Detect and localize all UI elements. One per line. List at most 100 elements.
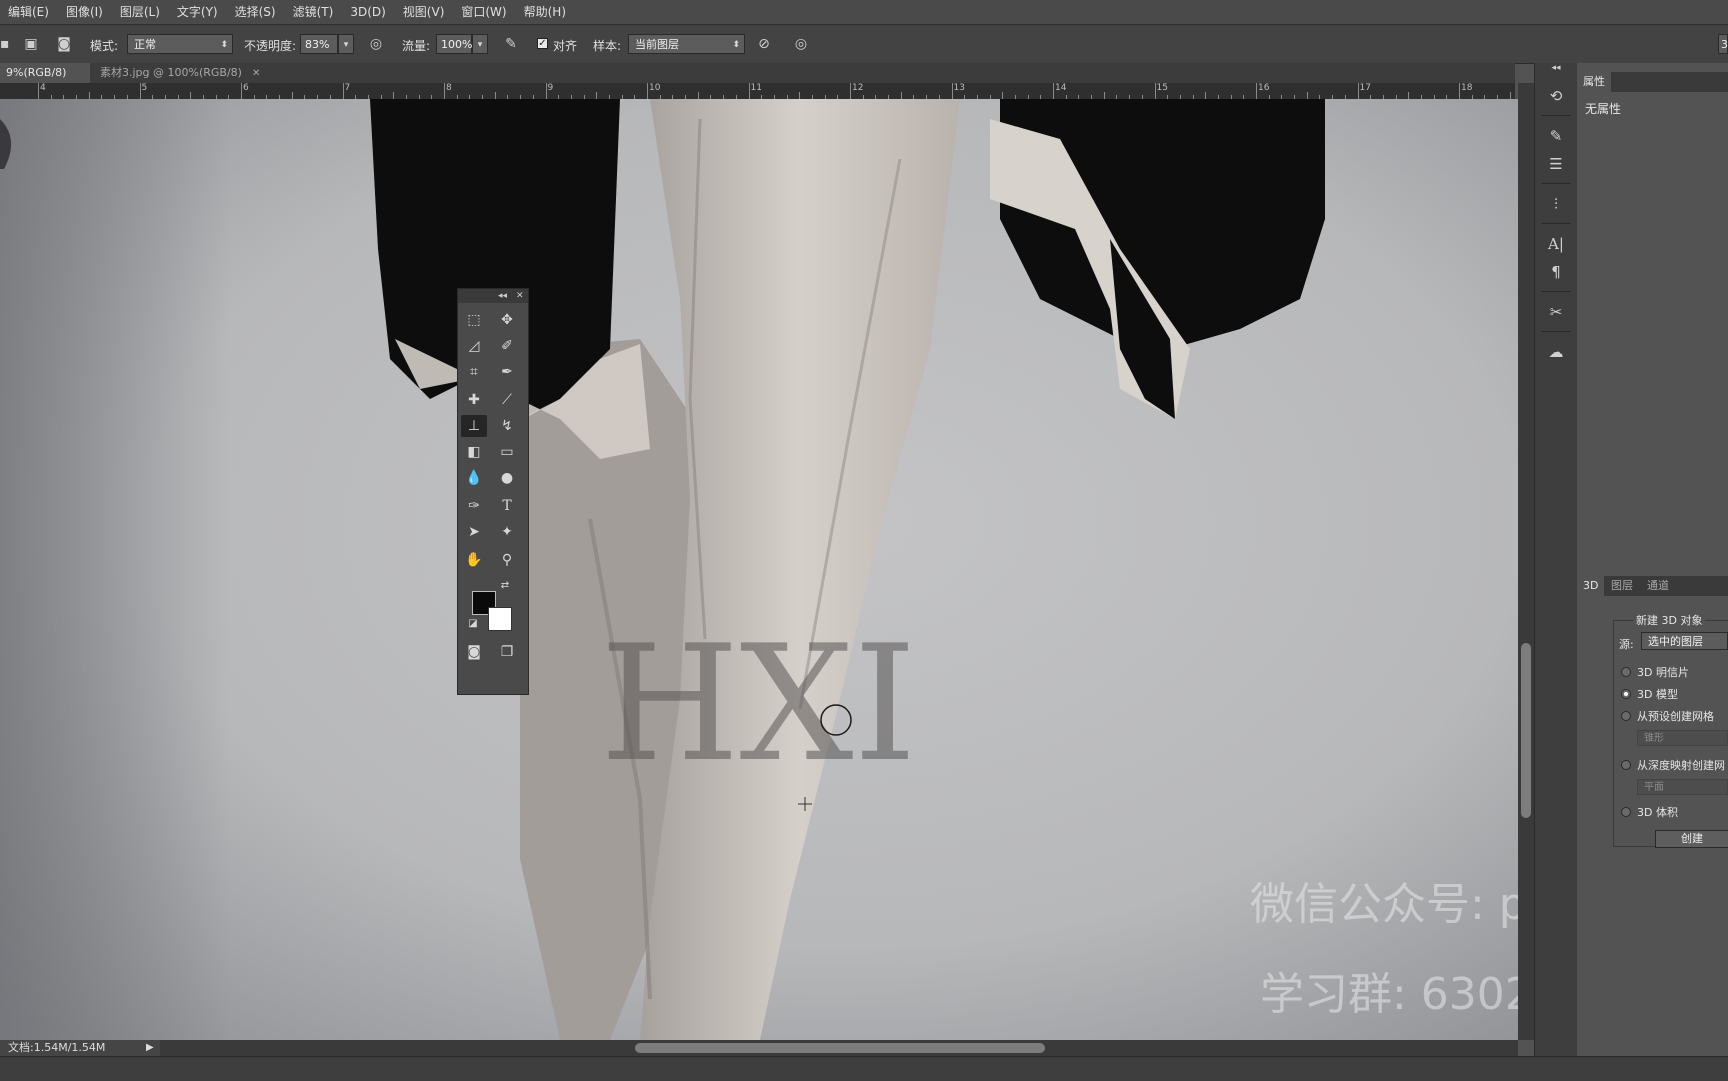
dodge-tool-icon[interactable]: ● [494,467,520,489]
crop-tool-icon[interactable]: ⌗ [461,361,487,383]
workspace-switcher[interactable]: 3 [1718,34,1728,54]
tools-panel-header[interactable]: ◂◂ ✕ [458,289,528,303]
depth-map-select[interactable]: 平面 [1637,779,1728,795]
opacity-input[interactable]: 83% [300,34,338,54]
radio-3d-postcard[interactable] [1621,667,1631,677]
ignore-adjustment-icon[interactable]: ⊘ [755,35,773,53]
path-selection-tool-icon[interactable]: ➤ [461,521,487,543]
close-tab-icon[interactable]: ✕ [252,68,260,79]
menu-edit[interactable]: 编辑(E) [0,0,58,24]
pen-tool-icon[interactable]: ✑ [461,495,487,517]
pressure-opacity-icon[interactable]: ◎ [367,35,385,53]
tool-presets-panel-icon[interactable]: ✂ [1545,301,1567,323]
document-tab-bar: 9%(RGB/8) *✕ 素材3.jpg @ 100%(RGB/8)✕ [0,63,1515,99]
label-3d-postcard: 3D 明信片 [1637,666,1689,679]
opacity-label: 不透明度: [244,39,297,53]
menu-type[interactable]: 文字(Y) [169,0,227,24]
document-canvas[interactable]: HXI 微信公众号: ps-ae-pr 学习群: 630299720 [0,99,1518,1040]
align-checkbox[interactable]: ✓ [537,38,548,49]
menu-bar: 编辑(E) 图像(I) 图层(L) 文字(Y) 选择(S) 滤镜(T) 3D(D) 视图(V)… [0,0,1728,25]
radio-3d-model[interactable] [1621,689,1631,699]
zoom-tool-icon[interactable]: ⚲ [494,549,520,571]
screen-mode-icon[interactable]: ❐ [494,641,520,663]
lasso-tool-icon[interactable]: ◿ [461,335,487,357]
adjustments-panel-icon[interactable]: ☰ [1545,153,1567,175]
new-3d-object-label: 新建 3D 对象 [1633,612,1706,628]
blur-tool-icon[interactable]: 💧 [461,467,487,489]
menu-filter[interactable]: 滤镜(T) [285,0,343,24]
tab-layers[interactable]: 图层 [1605,576,1639,596]
preset-shape-select[interactable]: 锥形 [1637,730,1728,746]
ruler-label: 16 [1258,83,1270,93]
ruler-major-tick [850,83,851,99]
type-tool-icon[interactable]: T [494,495,520,517]
menu-layer[interactable]: 图层(L) [112,0,169,24]
paragraph-panel-icon[interactable]: ¶ [1545,261,1567,283]
menu-view[interactable]: 视图(V) [395,0,454,24]
healing-brush-tool-icon[interactable]: ✚ [461,389,487,411]
quick-selection-tool-icon[interactable]: ✐ [494,335,520,357]
brush-panel-icon[interactable]: ✎ [1545,125,1567,147]
shape-tool-icon[interactable]: ✦ [494,521,520,543]
swap-colors-icon[interactable]: ⇄ [498,579,512,593]
vertical-scroll-thumb[interactable] [1521,643,1531,818]
menu-3d[interactable]: 3D(D) [342,0,394,24]
history-brush-tool-icon[interactable]: ↯ [494,415,520,437]
eyedropper-tool-icon[interactable]: ✒ [494,361,520,383]
brush-tool-icon[interactable]: ⟋ [494,389,520,411]
vertical-scrollbar[interactable] [1518,83,1534,1040]
tab-document-material3[interactable]: 素材3.jpg @ 100%(RGB/8) ✕ [94,63,269,83]
flow-dropdown[interactable]: ▾ [472,34,488,54]
horizontal-scrollbar[interactable] [160,1040,1518,1056]
tab-channels[interactable]: 通道 [1641,576,1675,596]
close-panel-icon[interactable]: ✕ [516,289,524,303]
horizontal-scroll-thumb[interactable] [635,1043,1045,1053]
flow-input[interactable]: 100% [436,34,472,54]
gradient-tool-icon[interactable]: ▭ [494,441,520,463]
mode-select[interactable]: 正常 ⬍ [127,34,233,54]
tab-document-active[interactable]: 9%(RGB/8) *✕ [0,63,90,99]
tab-properties[interactable]: 属性 [1577,72,1611,92]
menu-image[interactable]: 图像(I) [58,0,112,24]
clone-stamp-tool-icon[interactable]: ⊥ [461,415,487,437]
ruler-minor-tick [1306,92,1308,99]
default-colors-icon[interactable]: ◪ [466,617,480,631]
creative-cloud-icon[interactable]: ☁ [1545,341,1567,363]
quick-mask-icon[interactable]: ◙ [461,641,487,663]
sample-select[interactable]: 当前图层 ⬍ [628,34,745,54]
brush-preset-icon[interactable]: ▣ [22,35,40,53]
doc-info-status[interactable]: 文档:1.54M/1.54M [0,1040,160,1056]
clone-source-icon[interactable]: ◙ [55,35,73,53]
create-button[interactable]: 创建 [1655,830,1728,848]
hand-tool-icon[interactable]: ✋ [461,549,487,571]
radio-3d-volume[interactable] [1621,807,1631,817]
ruler-label: 11 [750,83,762,93]
tool-preset-edge[interactable]: ▪ [0,35,10,53]
menu-select[interactable]: 选择(S) [227,0,285,24]
radio-mesh-from-preset[interactable] [1621,711,1631,721]
expand-panels-icon[interactable]: ◂◂ [1545,63,1567,73]
pressure-size-icon[interactable]: ◎ [792,35,810,53]
background-color-swatch[interactable] [488,607,512,631]
marquee-tool-icon[interactable]: ⬚ [461,309,487,331]
move-tool-icon[interactable]: ✥ [494,309,520,331]
tab-3d[interactable]: 3D [1577,576,1605,596]
opacity-dropdown[interactable]: ▾ [338,34,354,54]
menu-window[interactable]: 窗口(W) [453,0,515,24]
align-panel-icon[interactable]: ⫶ [1545,193,1567,215]
ruler-label: 15 [1156,83,1168,93]
menu-help[interactable]: 帮助(H) [516,0,575,24]
history-panel-icon[interactable]: ⟲ [1545,85,1567,107]
eraser-tool-icon[interactable]: ◧ [461,441,487,463]
ruler-major-tick [951,83,953,99]
airbrush-icon[interactable]: ✎ [502,35,520,53]
options-bar: ▪ ▣ ◙ 模式: 正常 ⬍ 不透明度: 83% ▾ ◎ 流量: 100% ▾ ✎… [0,25,1728,64]
collapse-icon[interactable]: ◂◂ [498,289,507,303]
source-select[interactable]: 选中的图层 [1641,632,1728,650]
character-panel-icon[interactable]: A| [1545,233,1567,255]
radio-mesh-from-depth-map[interactable] [1621,760,1631,770]
tools-panel: ◂◂ ✕ ⬚ ✥ ◿ ✐ ⌗ ✒ ✚ ⟋ ⊥ ↯ ◧ ▭ 💧 ● ✑ T ➤ ✦… [457,288,529,695]
status-menu-arrow-icon[interactable]: ▶ [146,1040,160,1056]
ruler-label: 5 [141,83,148,93]
right-panel-dock: 属性 无属性 3D 图层 通道 新建 3D 对象 源: 选中的图层 3D 明信片… [1577,63,1728,1056]
